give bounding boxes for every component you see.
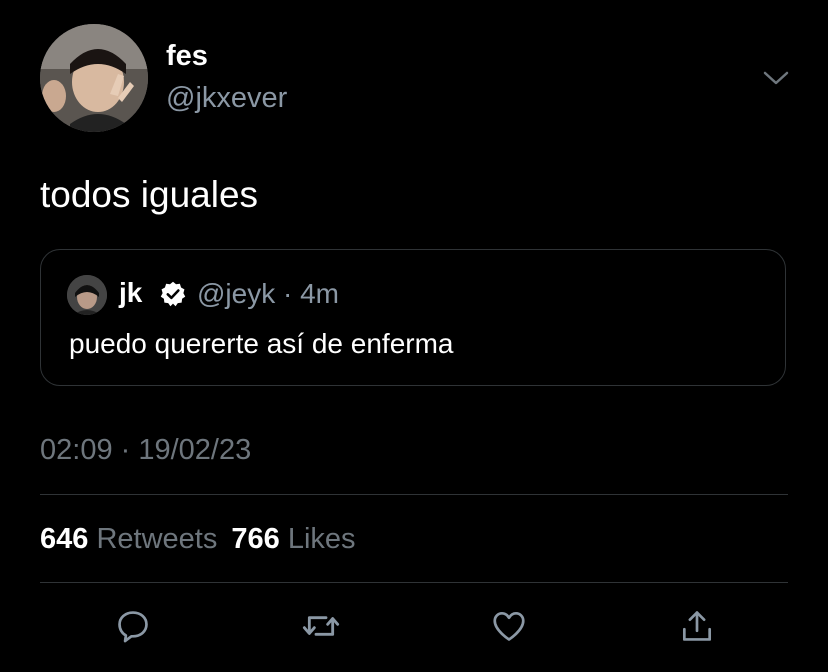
reply-button[interactable]: [111, 604, 155, 648]
share-button[interactable]: [675, 604, 719, 648]
retweet-button[interactable]: [299, 604, 343, 648]
divider: [40, 582, 788, 583]
verified-badge-icon: [160, 281, 186, 307]
like-icon: [493, 611, 525, 641]
tweet-text: todos iguales: [40, 174, 259, 215]
retweet-icon: [302, 616, 340, 636]
quoted-display-name[interactable]: jk: [119, 277, 142, 309]
chevron-down-icon[interactable]: [762, 66, 790, 90]
quoted-avatar-image: [67, 275, 107, 315]
share-icon: [682, 611, 712, 641]
likes-label[interactable]: Likes: [288, 523, 356, 555]
author-avatar[interactable]: [40, 24, 148, 132]
quoted-tweet-text: puedo quererte así de enferma: [69, 328, 454, 359]
retweets-label[interactable]: Retweets: [96, 523, 217, 555]
engagement-stats: 646 Retweets 766 Likes: [40, 523, 356, 556]
retweets-count[interactable]: 646: [40, 523, 88, 555]
quoted-author-avatar[interactable]: [67, 275, 107, 315]
divider: [40, 494, 788, 495]
author-handle[interactable]: @jkxever: [166, 82, 287, 115]
tweet-timestamp[interactable]: 02:09 · 19/02/23: [40, 434, 251, 467]
quoted-tweet-card[interactable]: jk @jeyk · 4m puedo quererte así de enfe…: [40, 249, 786, 386]
likes-count[interactable]: 766: [231, 523, 279, 555]
reply-icon: [118, 611, 148, 643]
avatar-image: [40, 24, 148, 132]
like-button[interactable]: [487, 604, 531, 648]
quoted-handle-time: @jeyk · 4m: [197, 278, 339, 309]
author-display-name[interactable]: fes: [166, 40, 208, 73]
